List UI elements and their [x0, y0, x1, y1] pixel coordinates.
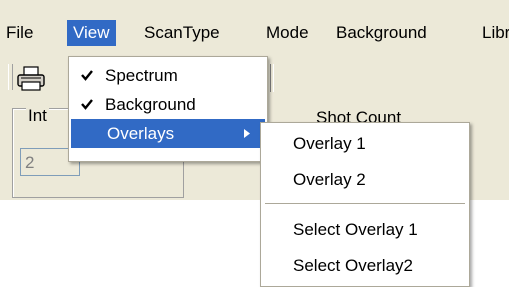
- overlays-item-select-overlay-1[interactable]: Select Overlay 1: [261, 215, 469, 244]
- view-menu-label: Spectrum: [105, 66, 178, 85]
- overlays-item-overlay-1[interactable]: Overlay 1: [261, 129, 469, 158]
- check-icon: [79, 61, 95, 90]
- view-menu-item-spectrum[interactable]: Spectrum: [69, 61, 267, 90]
- group-label: Int: [26, 106, 49, 126]
- menu-scantype[interactable]: ScanType: [138, 20, 226, 46]
- view-menu-item-background[interactable]: Background: [69, 90, 267, 119]
- menu-background[interactable]: Background: [330, 20, 433, 46]
- print-icon[interactable]: [16, 66, 46, 97]
- menubar: File View ScanType Mode Background Libr: [0, 14, 509, 50]
- overlays-item-overlay-2[interactable]: Overlay 2: [261, 165, 469, 194]
- view-menu-label: Overlays: [107, 124, 175, 143]
- submenu-arrow-icon: [243, 119, 251, 160]
- overlays-submenu: Overlay 1 Overlay 2 Select Overlay 1 Sel…: [260, 122, 470, 287]
- toolbar-separator: [270, 64, 274, 92]
- menu-library[interactable]: Libr: [476, 20, 509, 46]
- view-menu-item-overlays[interactable]: Overlays: [71, 119, 265, 148]
- toolbar-grip[interactable]: [8, 64, 13, 90]
- menu-file[interactable]: File: [0, 20, 39, 46]
- view-menu-label: Background: [105, 95, 196, 114]
- check-icon: [79, 90, 95, 119]
- overlays-item-select-overlay-2[interactable]: Select Overlay2: [261, 251, 469, 280]
- view-menu: Spectrum Background Overlays: [68, 56, 268, 162]
- menu-separator: [265, 203, 465, 205]
- menu-view[interactable]: View: [67, 20, 116, 46]
- menu-mode[interactable]: Mode: [260, 20, 315, 46]
